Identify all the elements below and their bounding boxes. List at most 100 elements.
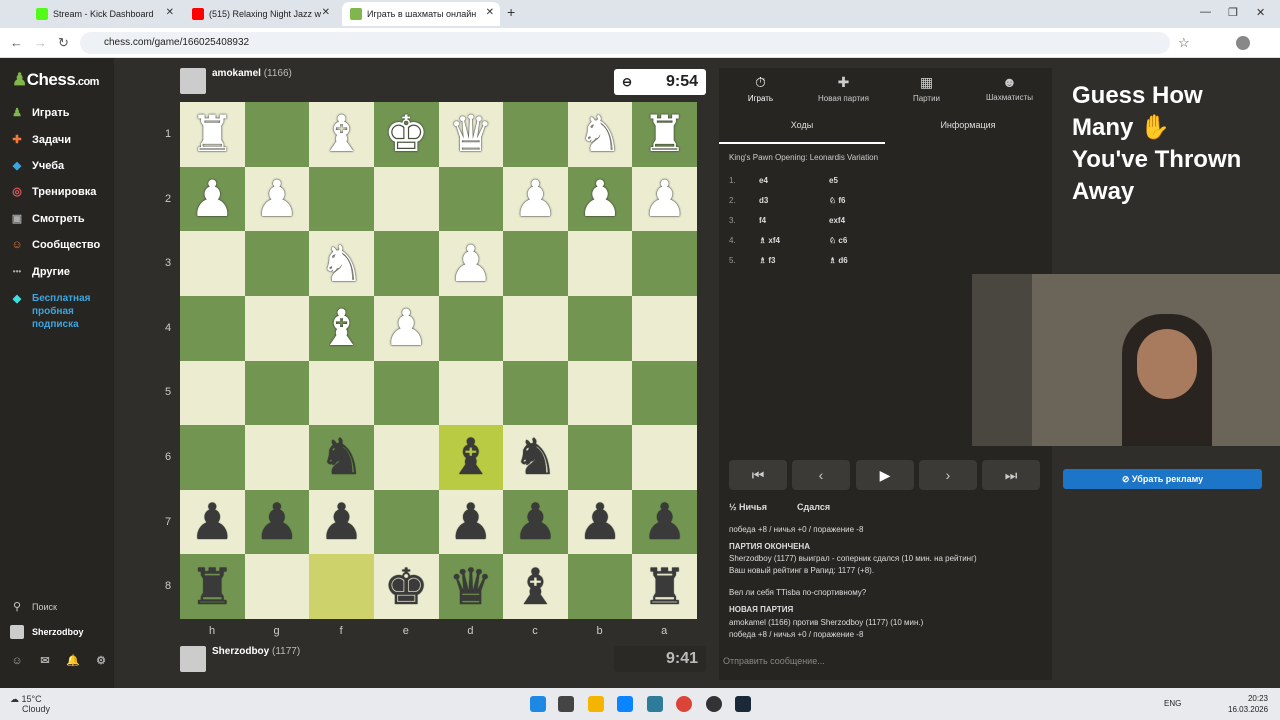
- board-square[interactable]: [438, 295, 504, 361]
- tab-youtube[interactable]: (515) Relaxing Night Jazz w ✕: [184, 2, 336, 26]
- tab-new-game[interactable]: ✚ Новая партия: [802, 74, 885, 103]
- board-square[interactable]: [180, 360, 245, 426]
- board-square[interactable]: ♟: [567, 166, 633, 232]
- next-button[interactable]: ›: [919, 460, 977, 490]
- bottom-player[interactable]: Sherzodboy (1177): [180, 646, 300, 672]
- white-piece[interactable]: ♟: [578, 174, 623, 224]
- edge-icon[interactable]: [617, 696, 633, 712]
- board-square[interactable]: ♟: [244, 489, 310, 555]
- board-square[interactable]: [503, 102, 568, 167]
- board-square[interactable]: ♝: [438, 425, 504, 490]
- sidebar-user[interactable]: Sherzodboy: [10, 625, 84, 639]
- board-square[interactable]: ♟: [373, 295, 439, 361]
- move-w[interactable]: ♗ xf4: [759, 236, 780, 245]
- white-piece[interactable]: ♟: [384, 303, 429, 353]
- black-piece[interactable]: ♜: [190, 562, 235, 612]
- board-square[interactable]: [373, 425, 439, 490]
- white-piece[interactable]: ♟: [513, 174, 558, 224]
- move-b[interactable]: exf4: [829, 216, 845, 225]
- board-square[interactable]: [244, 102, 310, 167]
- board-square[interactable]: ♟: [180, 166, 245, 232]
- board-square[interactable]: [438, 360, 504, 426]
- white-piece[interactable]: ♟: [448, 239, 493, 289]
- board-square[interactable]: [244, 425, 310, 490]
- board-square[interactable]: ♛: [438, 102, 504, 167]
- chess-board[interactable]: ♜ ♝ ♚ ♛ ♞ ♜ ♟ ♟ ♟ ♟ ♟ ♞ ♟ ♝ ♟ ♞ ♝ ♞ ♟ ♟ ♟ ♟ ♟ ♟ ♟ ♜ ♚ ♛ ♝ ♜: [180, 102, 697, 619]
- board-square[interactable]: ♞: [567, 102, 633, 167]
- board-square[interactable]: [567, 554, 633, 619]
- black-piece[interactable]: ♟: [642, 497, 687, 547]
- board-square[interactable]: [503, 295, 568, 361]
- board-square[interactable]: ♝: [503, 554, 568, 619]
- black-piece[interactable]: ♚: [384, 562, 429, 612]
- start-icon[interactable]: [530, 696, 546, 712]
- obs-icon[interactable]: [706, 696, 722, 712]
- move-w[interactable]: ♗ f3: [759, 256, 776, 265]
- move-row[interactable]: 1. e4 e5: [729, 176, 1039, 192]
- message-input[interactable]: Отправить сообщение...: [723, 656, 825, 666]
- tab-kick[interactable]: Stream - Kick Dashboard ✕: [28, 2, 180, 26]
- tab-players[interactable]: ☻ Шахматисты: [968, 74, 1051, 102]
- board-square[interactable]: ♜: [180, 554, 245, 619]
- board-square[interactable]: [309, 554, 374, 619]
- profile-icon[interactable]: [1236, 36, 1250, 50]
- board-square[interactable]: [632, 231, 697, 296]
- nav-puzzles[interactable]: ✚ Задачи: [10, 133, 71, 147]
- board-square[interactable]: ♟: [438, 231, 504, 296]
- black-piece[interactable]: ♝: [513, 562, 558, 612]
- tab-chess[interactable]: Играть в шахматы онлайн ✕: [342, 2, 500, 26]
- board-square[interactable]: [244, 554, 310, 619]
- black-piece[interactable]: ♛: [448, 562, 493, 612]
- black-piece[interactable]: ♟: [448, 497, 493, 547]
- clock[interactable]: 20:23 16.03.2026: [1228, 693, 1268, 715]
- board-square[interactable]: ♟: [567, 489, 633, 555]
- black-piece[interactable]: ♝: [448, 432, 493, 482]
- remove-ads-button[interactable]: ⊘ Убрать рекламу: [1063, 469, 1262, 489]
- tab-play[interactable]: ⏱ Играть: [719, 74, 802, 103]
- new-tab-button[interactable]: +: [507, 4, 515, 20]
- minimize-button[interactable]: —: [1200, 6, 1211, 18]
- move-b[interactable]: ♗ d6: [829, 256, 848, 265]
- black-piece[interactable]: ♟: [513, 497, 558, 547]
- board-square[interactable]: ♟: [244, 166, 310, 232]
- move-b[interactable]: ♘ c6: [829, 236, 847, 245]
- board-square[interactable]: [244, 231, 310, 296]
- white-piece[interactable]: ♟: [190, 174, 235, 224]
- white-piece[interactable]: ♛: [448, 109, 493, 159]
- board-square[interactable]: [309, 360, 374, 426]
- board-square[interactable]: [309, 166, 374, 232]
- white-piece[interactable]: ♞: [578, 109, 623, 159]
- board-square[interactable]: [438, 166, 504, 232]
- language-indicator[interactable]: ENG: [1164, 699, 1181, 708]
- nav-play[interactable]: ♟ Играть: [10, 106, 69, 120]
- white-piece[interactable]: ♝: [319, 303, 364, 353]
- store-icon[interactable]: [647, 696, 663, 712]
- prev-move-button[interactable]: ‹: [792, 460, 850, 490]
- chess-logo[interactable]: ♟Chess.com: [12, 70, 99, 90]
- close-icon[interactable]: ✕: [322, 7, 330, 18]
- board-square[interactable]: ♚: [373, 102, 439, 167]
- board-square[interactable]: [373, 166, 439, 232]
- close-icon[interactable]: ✕: [486, 7, 494, 18]
- gear-icon[interactable]: ⚙: [94, 654, 108, 668]
- forward-icon[interactable]: →: [34, 35, 47, 50]
- board-square[interactable]: [180, 295, 245, 361]
- move-b[interactable]: e5: [829, 176, 838, 185]
- mail-icon[interactable]: ✉: [38, 654, 52, 668]
- board-square[interactable]: [632, 425, 697, 490]
- chrome-icon[interactable]: [676, 696, 692, 712]
- weather-widget[interactable]: ☁ 15°C Cloudy: [10, 694, 50, 714]
- board-square[interactable]: [632, 295, 697, 361]
- move-b[interactable]: ♘ f6: [829, 196, 846, 205]
- move-w[interactable]: e4: [759, 176, 768, 185]
- nav-watch[interactable]: ▣ Смотреть: [10, 212, 85, 226]
- close-icon[interactable]: ✕: [166, 7, 174, 18]
- white-piece[interactable]: ♜: [642, 109, 687, 159]
- board-square[interactable]: ♟: [180, 489, 245, 555]
- bell-icon[interactable]: 🔔: [66, 654, 80, 668]
- white-piece[interactable]: ♟: [255, 174, 300, 224]
- white-piece[interactable]: ♟: [642, 174, 687, 224]
- move-w[interactable]: f4: [759, 216, 766, 225]
- white-piece[interactable]: ♞: [319, 239, 364, 289]
- sidebar-search[interactable]: ⚲ Поиск: [10, 600, 57, 614]
